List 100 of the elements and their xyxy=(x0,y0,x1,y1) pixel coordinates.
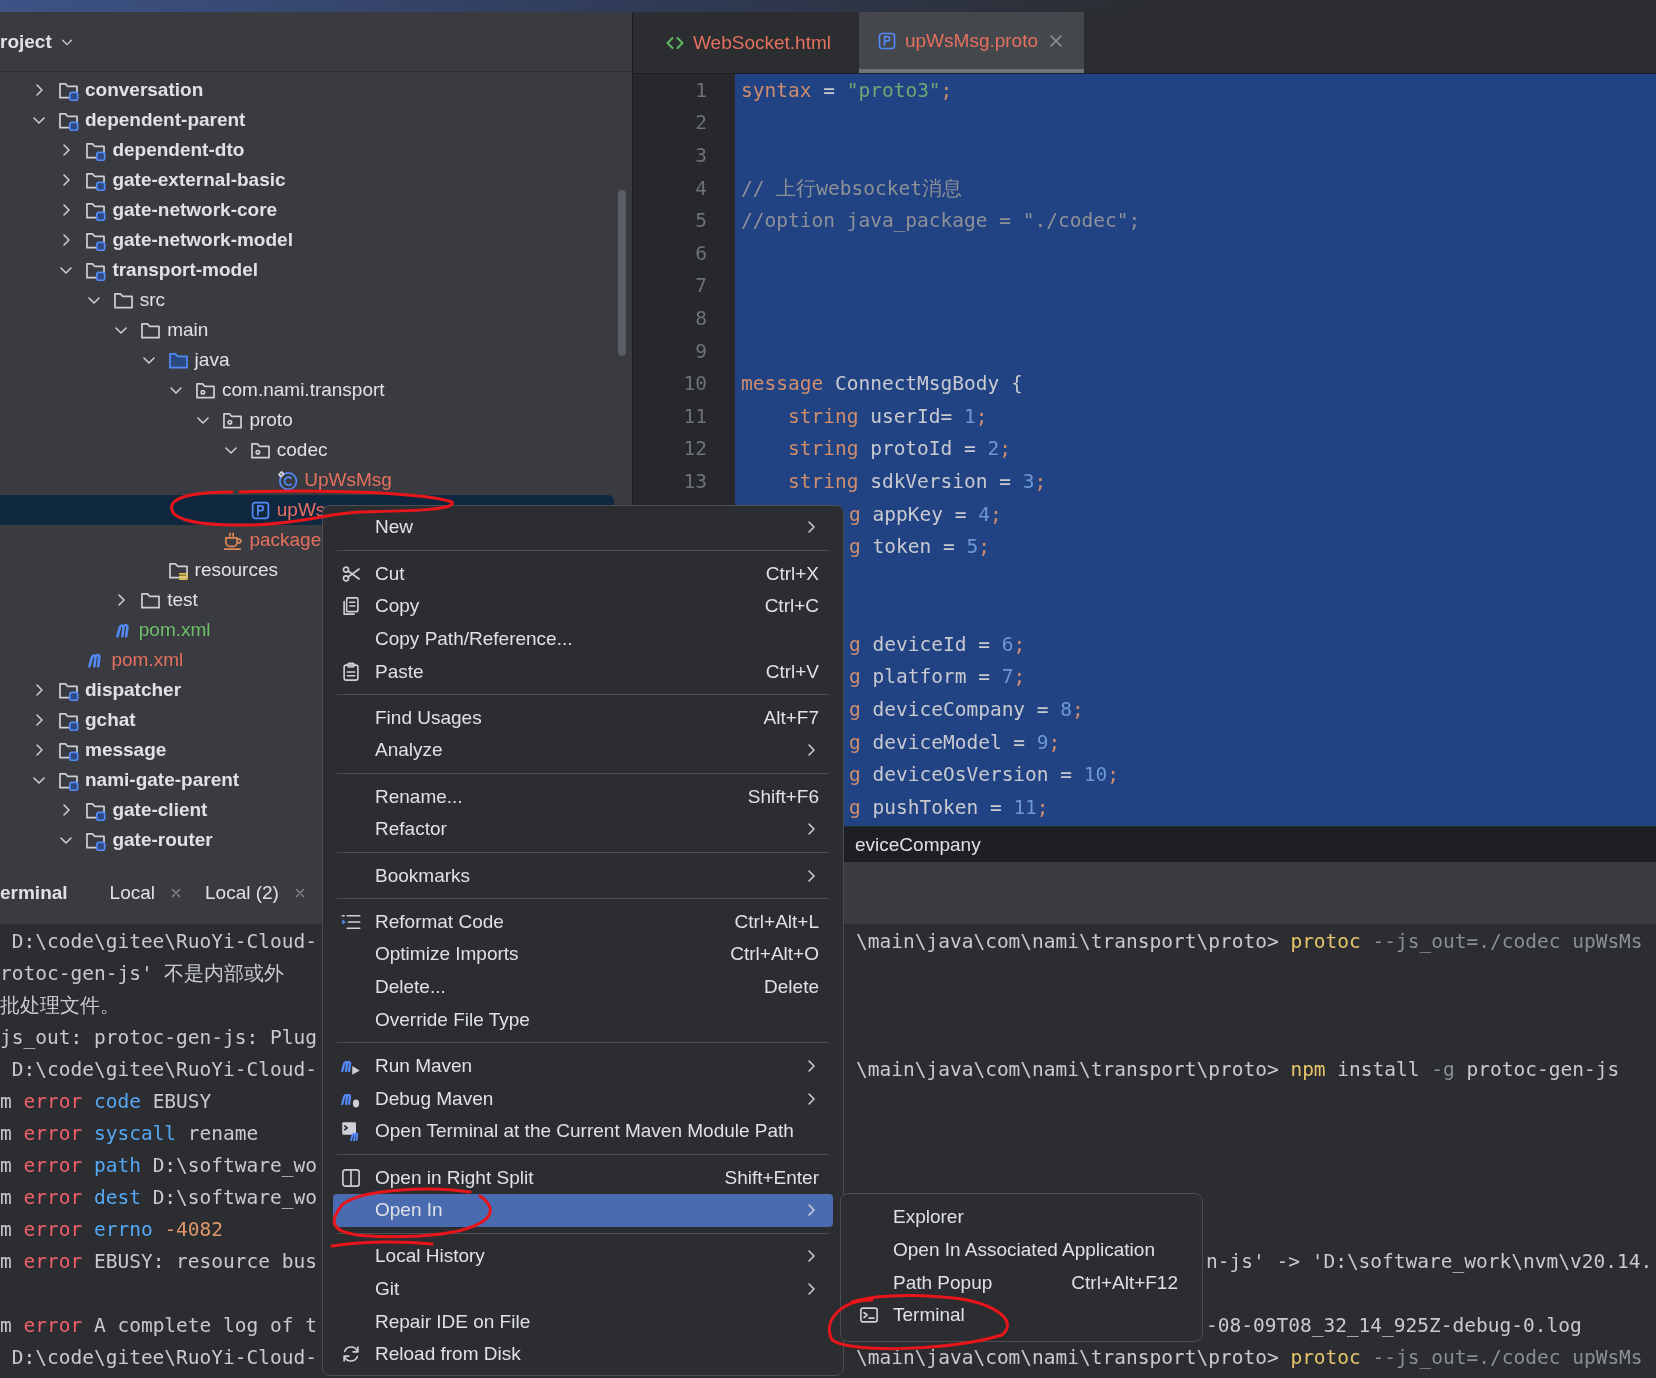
class-icon xyxy=(277,469,299,491)
terminal-text: m error EBUSY: resource bus xyxy=(0,1249,318,1273)
terminal-text: \main\java\com\nami\transport\proto> protoc --js_out=./codec upWsMs xyxy=(856,929,1644,953)
terminal-text: \main\java\com\nami\transport\proto> protoc --js_out=./codec upWsMs xyxy=(856,1345,1644,1369)
menu-item[interactable]: Delete... Delete xyxy=(333,970,833,1004)
code-line: string userId= 1; xyxy=(786,404,988,428)
menu-item[interactable]: Repair IDE on File xyxy=(333,1305,833,1339)
menu-item[interactable]: Path Popup Ctrl+Alt+F12 xyxy=(851,1266,1192,1300)
menu-item[interactable]: Copy Ctrl+C xyxy=(333,589,833,623)
menu-item[interactable]: Copy Path/Reference... xyxy=(333,622,833,656)
tree-item[interactable]: gate-network-model xyxy=(0,225,614,255)
menu-item[interactable]: Open In xyxy=(333,1193,833,1227)
scissors-icon xyxy=(341,563,361,584)
menu-item[interactable]: Analyze xyxy=(333,734,833,767)
tree-item[interactable]: UpWsMsg xyxy=(0,465,614,495)
menu-item[interactable]: Refactor xyxy=(333,813,833,846)
code-line: g token = 5; xyxy=(849,535,990,559)
terminal-text: 批处理文件。 xyxy=(0,992,121,1019)
line-number: 13 xyxy=(683,469,707,493)
proto-file-icon xyxy=(249,499,271,521)
tree-item[interactable]: dependent-dto xyxy=(0,135,614,165)
menu-item[interactable]: Rename... Shift+F6 xyxy=(333,780,833,813)
tree-item[interactable]: gate-external-basic xyxy=(0,165,614,195)
tree-item[interactable]: codec xyxy=(0,435,614,465)
menu-item[interactable]: Optimize Imports Ctrl+Alt+O xyxy=(333,938,833,971)
menu-item[interactable]: Reformat Code Ctrl+Alt+L xyxy=(333,905,833,939)
code-line: syntax = "proto3"; xyxy=(741,78,953,102)
tree-item[interactable]: gate-network-core xyxy=(0,195,614,225)
breadcrumb-item[interactable]: eviceCompany xyxy=(855,833,981,856)
terminal-text: n-js' -> 'D:\software_work\nvm\v20.14. xyxy=(1206,1249,1654,1273)
terminal-text: -08-09T08_32_14_925Z-debug-0.log xyxy=(1206,1313,1583,1337)
line-number: 4 xyxy=(695,176,707,200)
code-line: string protoId = 2; xyxy=(786,437,1012,461)
terminal-text: js_out: protoc-gen-js: Plug xyxy=(0,1025,318,1049)
editor-tab[interactable]: WebSocket.html xyxy=(647,12,849,73)
tree-item[interactable]: proto xyxy=(0,405,614,435)
shortcut-text: Shift+Enter xyxy=(724,1166,819,1189)
menu-item[interactable]: Open In Associated Application xyxy=(851,1233,1192,1267)
line-number: 5 xyxy=(695,209,707,233)
line-number: 2 xyxy=(695,111,707,135)
code-line: message ConnectMsgBody { xyxy=(741,372,1023,396)
tree-item[interactable]: com.nami.transport xyxy=(0,375,614,405)
menu-item[interactable]: Explorer xyxy=(851,1201,1192,1234)
code-line: g deviceOsVersion = 10; xyxy=(849,763,1120,787)
terminal-text: m error errno -4082 xyxy=(0,1217,225,1241)
terminal-text: \main\java\com\nami\transport\proto> npm install -g protoc-gen-js xyxy=(856,1057,1621,1081)
menu-item[interactable]: Paste Ctrl+V xyxy=(333,655,833,688)
line-number: 3 xyxy=(695,144,707,167)
shortcut-text: Ctrl+Alt+O xyxy=(730,943,819,966)
menu-item[interactable]: Local History xyxy=(333,1240,833,1273)
terminal-text: m error code EBUSY xyxy=(0,1089,213,1113)
menu-item[interactable]: Open in Right Split Shift+Enter xyxy=(333,1161,833,1194)
menu-item[interactable]: Run Maven xyxy=(333,1049,833,1083)
split-view-icon xyxy=(341,1167,361,1188)
panel-title[interactable]: roject xyxy=(0,30,52,53)
menu-item[interactable]: Cut Ctrl+X xyxy=(333,557,833,590)
terminal-text: m error A complete log of t xyxy=(0,1313,318,1337)
menu-item[interactable]: Git xyxy=(333,1272,833,1306)
shortcut-text: Shift+F6 xyxy=(747,785,819,808)
menu-item[interactable]: Terminal xyxy=(851,1299,1192,1332)
terminal-tab[interactable]: Local xyxy=(109,881,183,904)
shortcut-text: Ctrl+Alt+L xyxy=(734,910,819,933)
line-number: 10 xyxy=(683,372,707,396)
terminal-text: m error syscall rename xyxy=(0,1121,260,1145)
shortcut-text: Alt+F7 xyxy=(763,706,819,729)
line-number: 8 xyxy=(695,306,707,330)
shortcut-text: Ctrl+C xyxy=(764,595,819,618)
shortcut-text: Ctrl+V xyxy=(765,660,819,683)
menu-item[interactable]: Find Usages Alt+F7 xyxy=(333,701,833,735)
code-line: g deviceModel = 9; xyxy=(849,730,1061,754)
terminal-icon xyxy=(859,1305,879,1326)
tree-item[interactable]: dependent-parent xyxy=(0,105,614,135)
code-line: string sdkVersion = 3; xyxy=(786,469,1047,493)
proto-file-icon xyxy=(877,30,897,51)
code-line: g pushToken = 11; xyxy=(849,795,1049,819)
tree-item[interactable]: transport-model xyxy=(0,255,614,285)
menu-item[interactable]: Open Terminal at the Current Maven Module Path xyxy=(333,1115,833,1148)
line-number: 9 xyxy=(695,339,707,363)
shortcut-text: Delete xyxy=(764,976,819,999)
scrollbar-thumb[interactable] xyxy=(618,190,626,356)
tree-item[interactable]: src xyxy=(0,285,614,315)
reload-icon xyxy=(341,1344,361,1365)
terminal-text: rotoc-gen-js' 不是内部或外 xyxy=(0,960,286,987)
code-line: //option java_package = "./codec"; xyxy=(741,209,1141,233)
tree-item[interactable]: main xyxy=(0,315,614,345)
menu-item[interactable]: Bookmarks xyxy=(333,859,833,892)
line-number: 12 xyxy=(683,437,707,461)
terminal-text: m error dest D:\software_wo xyxy=(0,1185,318,1209)
menu-item[interactable]: Reload from Disk xyxy=(333,1338,833,1371)
line-number: 6 xyxy=(695,241,707,265)
line-number: 1 xyxy=(695,78,707,102)
terminal-tab[interactable]: Local (2) xyxy=(205,881,307,904)
code-line: g appKey = 4; xyxy=(849,502,1002,526)
tree-item[interactable]: conversation xyxy=(0,75,614,105)
code-editor[interactable] xyxy=(633,74,1656,826)
terminal-text: D:\code\gitee\RuoYi-Cloud- xyxy=(10,1057,318,1081)
menu-item[interactable]: Debug Maven xyxy=(333,1082,833,1115)
menu-item[interactable]: Override File Type xyxy=(333,1003,833,1037)
terminal-text: D:\code\gitee\RuoYi-Cloud- xyxy=(10,1345,318,1369)
tree-item[interactable]: java xyxy=(0,345,614,375)
